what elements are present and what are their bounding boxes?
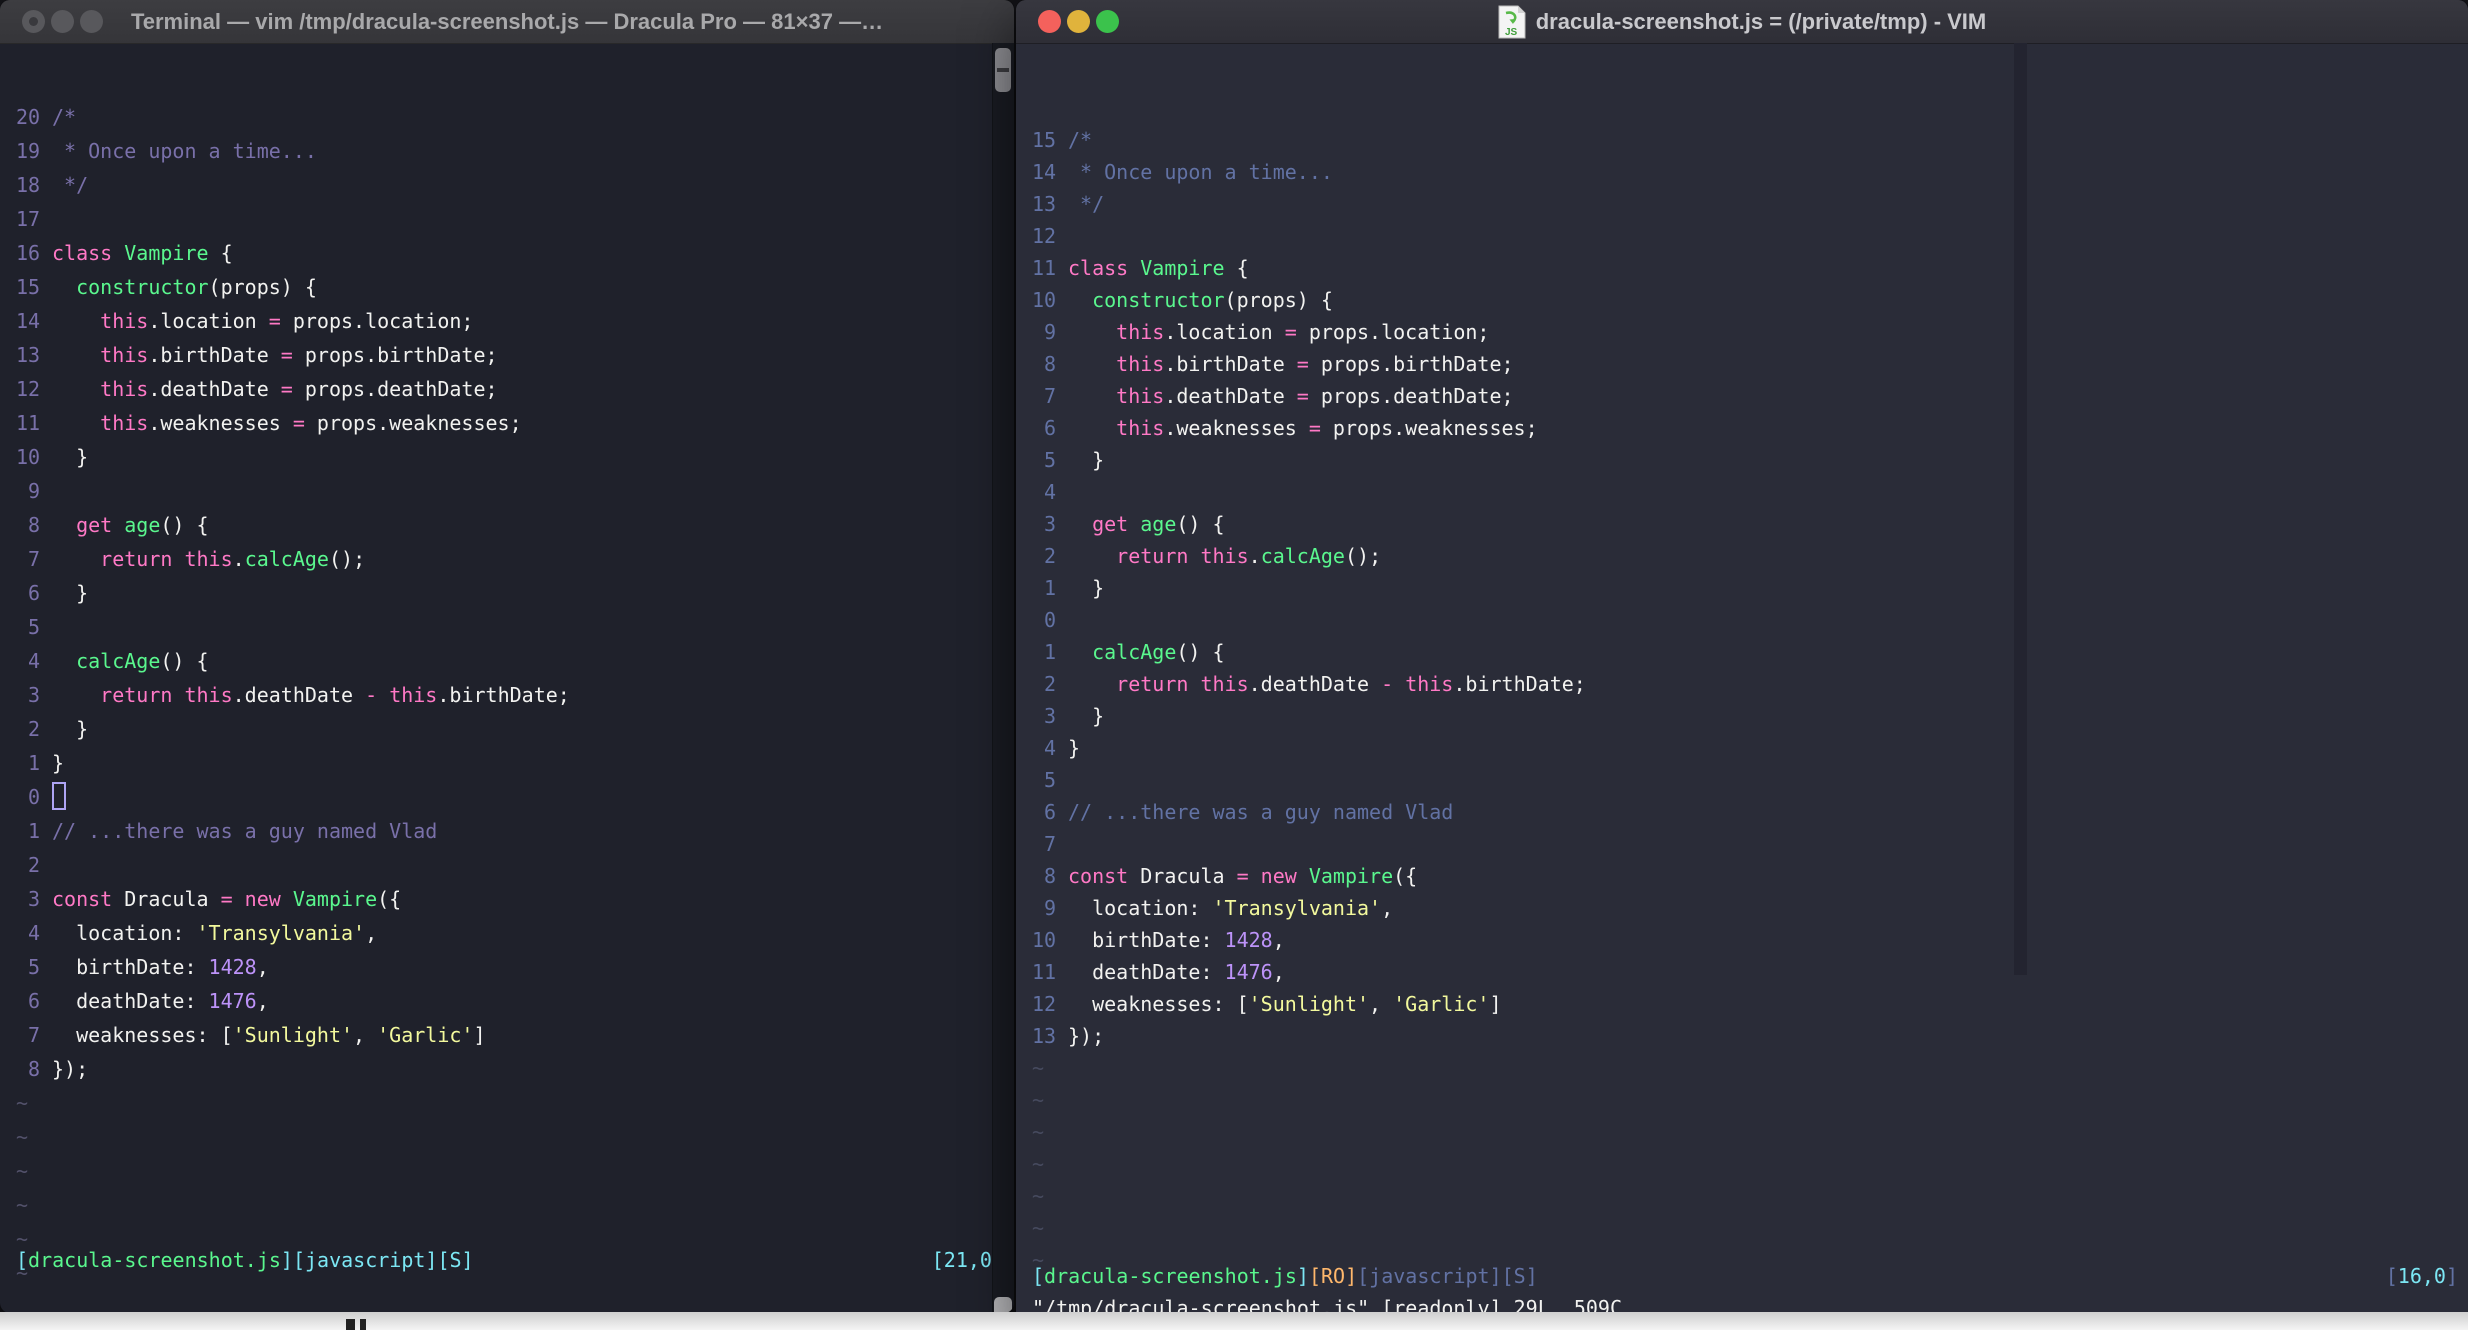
code-line: 10 constructor(props) { [1032, 288, 1333, 312]
scrollbar-bottom-cap [994, 1297, 1012, 1313]
code-line: 12 weaknesses: ['Sunlight', 'Garlic'] [1032, 992, 1502, 1016]
code-line: 20/* [16, 105, 77, 129]
code-line: 3 } [1043, 704, 1105, 728]
code-line: 14 * Once upon a time... [1032, 160, 1333, 184]
close-button[interactable] [1038, 10, 1061, 33]
code-line: 3 get age() { [1043, 512, 1225, 536]
code-line: 5 [27, 615, 40, 639]
code-line: 7 [1043, 832, 1056, 856]
tilde-filler-line: ~ [16, 1159, 29, 1183]
code-line: 2 } [27, 717, 89, 741]
code-line: 15/* [1032, 128, 1093, 152]
scrollbar-thumb[interactable] [995, 48, 1011, 92]
background-text-fragment [360, 1319, 366, 1330]
code-line: 9 this.location = props.location; [1043, 320, 1490, 344]
tilde-filler-line: ~ [1032, 1056, 1045, 1080]
code-line: 2 return this.deathDate - this.birthDate… [1043, 672, 1586, 696]
code-line: 8 const Dracula = new Vampire({ [1043, 864, 1418, 888]
code-line: 4 calcAge() { [27, 649, 209, 673]
code-line: 18 */ [16, 173, 89, 197]
traffic-lights [22, 0, 109, 43]
code-line: 4} [1043, 736, 1081, 760]
code-line: 13}); [1032, 1024, 1105, 1048]
vim-cursor [52, 782, 66, 810]
code-line: 11 deathDate: 1476, [1032, 960, 1285, 984]
window-title: dracula-screenshot.js = (/private/tmp) -… [1535, 8, 1987, 34]
terminal-titlebar: Terminal — vim /tmp/dracula-screenshot.j… [0, 0, 1014, 44]
code-line: 11 this.weaknesses = props.weaknesses; [16, 411, 522, 435]
code-line: 6// ...there was a guy named Vlad [1043, 800, 1454, 824]
code-line: 12 this.deathDate = props.deathDate; [16, 377, 498, 401]
code-line: 8 this.birthDate = props.birthDate; [1043, 352, 1514, 376]
js-file-icon[interactable]: JS [1498, 5, 1526, 39]
vim-editor-left[interactable]: 20/* 19 * Once upon a time... 18 */ 17 16 cla… [0, 43, 1014, 1313]
code-line: 12 [1032, 224, 1057, 248]
zoom-button[interactable] [80, 10, 103, 33]
code-line: 13 this.birthDate = props.birthDate; [16, 343, 498, 367]
tilde-filler-line: ~ [1032, 1248, 1045, 1272]
code-line: 10 } [16, 445, 89, 469]
code-line: 5 [1043, 768, 1056, 792]
code-line: 5 birthDate: 1428, [27, 955, 269, 979]
tilde-filler-line: ~ [16, 1125, 29, 1149]
code-line: 8 get age() { [27, 513, 209, 537]
code-line: 2 return this.calcAge(); [1043, 544, 1382, 568]
code-line: 2 [27, 853, 40, 877]
minimize-button[interactable] [51, 10, 74, 33]
code-line: 0 [16, 780, 1014, 814]
close-button[interactable] [22, 10, 45, 33]
tilde-filler-line: ~ [1032, 1184, 1045, 1208]
code-line: 6 } [27, 581, 89, 605]
background-text-fragment [346, 1319, 355, 1330]
code-line: 0 [1043, 608, 1056, 632]
zoom-button[interactable] [1096, 10, 1119, 33]
code-line: 10 birthDate: 1428, [1032, 928, 1285, 952]
minimize-button[interactable] [1067, 10, 1090, 33]
tilde-filler-line: ~ [16, 1091, 29, 1115]
code-line: 14 this.location = props.location; [16, 309, 474, 333]
code-line: 1// ...there was a guy named Vlad [27, 819, 438, 843]
tilde-filler-line: ~ [1032, 1216, 1045, 1240]
code-line: 9 [27, 479, 40, 503]
code-line: 15 constructor(props) { [16, 275, 317, 299]
macvim-titlebar: JS dracula-screenshot.js = (/private/tmp… [1016, 0, 2468, 44]
tilde-filler-line: ~ [16, 1261, 29, 1285]
vim-editor-right[interactable]: 15/* 14 * Once upon a time... 13 */ 12 11 cla… [1016, 43, 2468, 1326]
code-line: 4 location: 'Transylvania', [27, 921, 378, 945]
tilde-filler-line: ~ [16, 1227, 29, 1251]
code-line: 3 return this.deathDate - this.birthDate… [27, 683, 570, 707]
code-line: 4 [1043, 480, 1056, 504]
code-line: 3 const Dracula = new Vampire({ [27, 887, 402, 911]
code-line: 6 this.weaknesses = props.weaknesses; [1043, 416, 1538, 440]
code-line: 5 } [1043, 448, 1105, 472]
code-line: 1 } [1043, 576, 1105, 600]
terminal-window: Terminal — vim /tmp/dracula-screenshot.j… [0, 0, 1014, 1313]
code-line: 1} [27, 751, 65, 775]
background-window-strip [0, 1312, 2468, 1330]
tilde-filler-line: ~ [1032, 1088, 1045, 1112]
code-line: 17 [16, 207, 41, 231]
macvim-window: JS dracula-screenshot.js = (/private/tmp… [1016, 0, 2468, 1326]
code-line: 6 deathDate: 1476, [27, 989, 269, 1013]
code-line: 7 weaknesses: ['Sunlight', 'Garlic'] [27, 1023, 486, 1047]
code-line: 7 this.deathDate = props.deathDate; [1043, 384, 1514, 408]
svg-text:JS: JS [1505, 27, 1518, 38]
tilde-filler-line: ~ [1032, 1152, 1045, 1176]
code-area: 15/* 14 * Once upon a time... 13 */ 12 11 cla… [1016, 115, 2468, 1276]
traffic-lights [1038, 0, 1125, 43]
code-line: 19 * Once upon a time... [16, 139, 317, 163]
code-line: 13 */ [1032, 192, 1105, 216]
code-area: 20/* 19 * Once upon a time... 18 */ 17 16 cla… [0, 91, 1014, 1290]
code-line: 16 class Vampire { [16, 241, 233, 265]
tilde-filler-line: ~ [16, 1193, 29, 1217]
code-line: 8}); [27, 1057, 89, 1081]
window-title: Terminal — vim /tmp/dracula-screenshot.j… [130, 8, 884, 34]
code-line: 7 return this.calcAge(); [27, 547, 366, 571]
code-line: 1 calcAge() { [1043, 640, 1225, 664]
tilde-filler-line: ~ [1032, 1120, 1045, 1144]
code-line: 11 class Vampire { [1032, 256, 1249, 280]
code-line: 9 location: 'Transylvania', [1043, 896, 1394, 920]
